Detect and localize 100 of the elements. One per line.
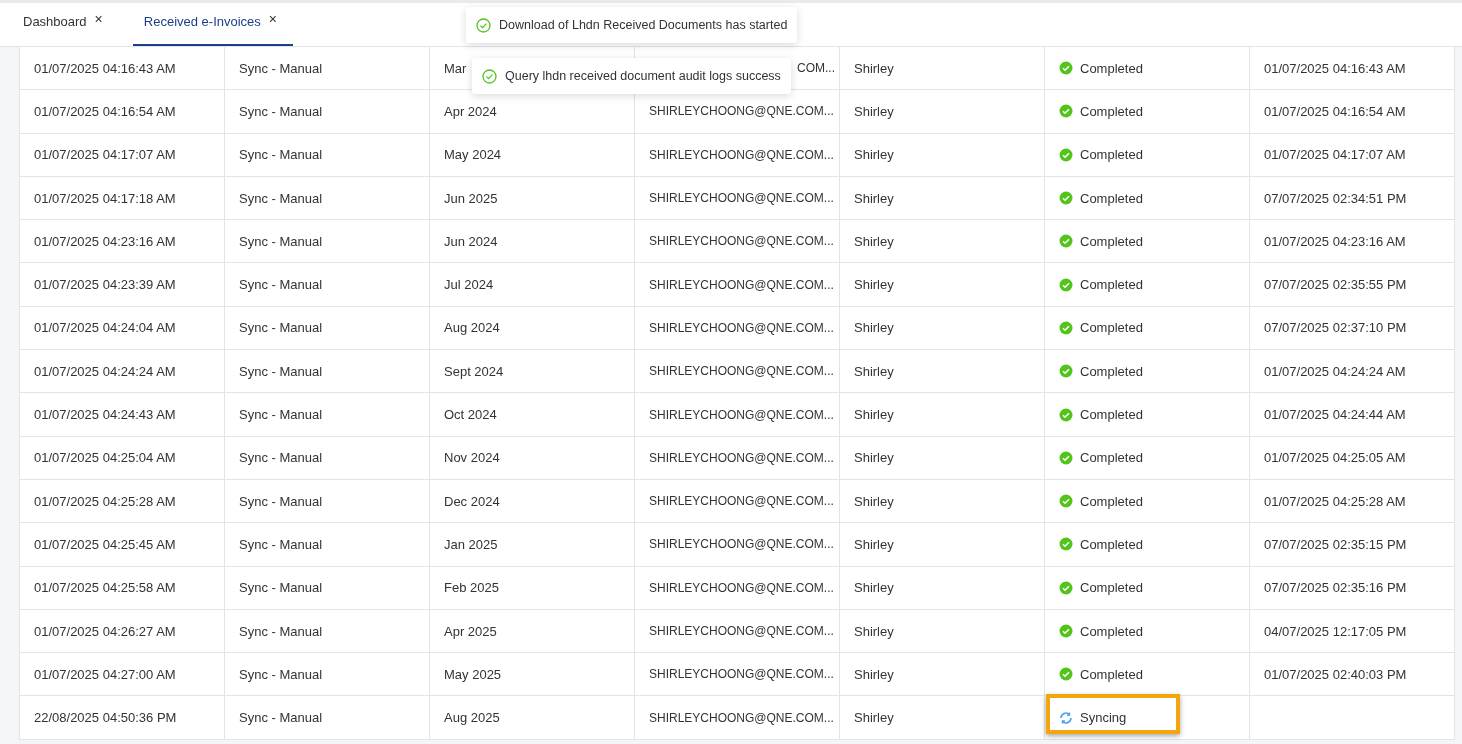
table-cell: 01/07/2025 04:17:18 AM [20, 176, 225, 220]
table-cell: Sync - Manual [225, 176, 430, 220]
table-cell: Jan 2025 [430, 523, 635, 566]
table-cell: Shirley [840, 436, 1045, 479]
table-cell: 01/07/2025 04:24:04 AM [20, 306, 225, 350]
table-cell: Shirley [840, 263, 1045, 306]
status-label: Completed [1080, 450, 1143, 466]
table-cell: Shirley [840, 306, 1045, 350]
table-cell: Sync - Manual [225, 566, 430, 609]
table-cell: 01/07/2025 04:23:16 AM [1250, 220, 1455, 263]
table-cell: SHIRLEYCHOONG@QNE.COM... [649, 710, 834, 725]
table-cell: SHIRLEYCHOONG@QNE.COM... [649, 364, 834, 379]
table-cell: SHIRLEYCHOONG@QNE.COM... [649, 277, 834, 292]
table-cell: Shirley [840, 609, 1045, 653]
table-cell: Oct 2024 [430, 393, 635, 436]
status-label: Completed [1080, 407, 1143, 422]
table-cell: Shirley [840, 90, 1045, 133]
table-cell: 01/07/2025 04:25:58 AM [20, 566, 225, 609]
check-circle-icon [1059, 624, 1073, 638]
tab[interactable]: Dashboard × [12, 3, 119, 46]
table-cell: SHIRLEYCHOONG@QNE.COM... [649, 580, 834, 595]
table-cell: SHIRLEYCHOONG@QNE.COM... [649, 450, 834, 465]
table-cell: SHIRLEYCHOONG@QNE.COM... [649, 147, 834, 162]
table-cell: 01/07/2025 04:17:07 AM [20, 133, 225, 176]
check-circle-icon [1059, 320, 1073, 335]
table-cell: 01/07/2025 04:17:07 AM [1250, 133, 1455, 176]
table-cell: Sync - Manual [225, 90, 430, 133]
check-circle-icon [1059, 61, 1073, 76]
table-cell: Nov 2024 [430, 436, 635, 479]
table-cell: Feb 2025 [430, 566, 635, 609]
table-cell: Shirley [840, 220, 1045, 263]
table-cell: Sync - Manual [225, 523, 430, 566]
table-cell: 01/07/2025 04:25:05 AM [1250, 436, 1455, 479]
table-cell: Sync - Manual [225, 609, 430, 653]
table-cell: Sync - Manual [225, 263, 430, 306]
table-cell: Sync - Manual [225, 47, 430, 90]
table-cell: Shirley [840, 566, 1045, 609]
table-cell: Sync - Manual [225, 479, 430, 523]
table-cell: Sync - Manual [225, 436, 430, 479]
table-cell: Shirley [840, 696, 1045, 739]
table-cell: 01/07/2025 04:27:00 AM [20, 653, 225, 696]
table-cell: 07/07/2025 02:35:55 PM [1250, 263, 1455, 306]
table-cell: 04/07/2025 12:17:05 PM [1250, 609, 1455, 653]
status-label: Completed [1080, 536, 1143, 552]
table-cell: Jul 2024 [430, 263, 635, 306]
table-cell: 07/07/2025 02:35:16 PM [1250, 566, 1455, 609]
table-cell: 01/07/2025 04:25:04 AM [20, 436, 225, 479]
table-cell: Jun 2024 [430, 220, 635, 263]
table-cell: SHIRLEYCHOONG@QNE.COM... [649, 234, 834, 249]
check-circle-icon [1059, 537, 1073, 552]
table-cell: Sync - Manual [225, 696, 430, 739]
table-cell: 01/07/2025 04:16:43 AM [1250, 47, 1455, 90]
table-cell: COM... [797, 61, 835, 76]
table-cell: 22/08/2025 04:50:36 PM [20, 696, 225, 739]
table-cell: 01/07/2025 04:25:28 AM [1250, 479, 1455, 523]
table-cell: SHIRLEYCHOONG@QNE.COM... [649, 104, 834, 119]
table-cell: Aug 2024 [430, 306, 635, 350]
table-cell: 01/07/2025 04:16:54 AM [1250, 90, 1455, 133]
success-icon [482, 68, 497, 84]
table-cell: SHIRLEYCHOONG@QNE.COM... [649, 407, 834, 422]
table-cell: 01/07/2025 04:25:45 AM [20, 523, 225, 566]
table-cell: 07/07/2025 02:34:51 PM [1250, 176, 1455, 220]
status-label: Completed [1080, 190, 1143, 206]
table-cell: Sync - Manual [225, 220, 430, 263]
table-cell: 07/07/2025 02:37:10 PM [1250, 306, 1455, 350]
table-cell: 01/07/2025 04:23:39 AM [20, 263, 225, 306]
status-label: Completed [1080, 60, 1143, 76]
status-label: Completed [1080, 320, 1143, 336]
table-cell: Shirley [840, 350, 1045, 393]
check-circle-icon [1059, 191, 1073, 206]
table-cell: May 2025 [430, 653, 635, 696]
table-cell: 01/07/2025 04:24:24 AM [20, 350, 225, 393]
table-cell: Shirley [840, 176, 1045, 220]
check-circle-icon [1059, 147, 1073, 162]
status-label: Syncing [1080, 710, 1127, 726]
status-label: Completed [1080, 233, 1143, 249]
close-icon[interactable]: × [94, 10, 103, 27]
table-cell: 07/07/2025 02:35:15 PM [1250, 523, 1455, 566]
toast-message: Download of Lhdn Received Documents has started [499, 18, 788, 32]
check-circle-icon [1059, 450, 1073, 465]
table-cell: 01/07/2025 04:16:54 AM [20, 90, 225, 133]
table-cell: 01/07/2025 04:23:16 AM [20, 220, 225, 263]
status-label: Completed [1080, 147, 1143, 163]
table-cell: SHIRLEYCHOONG@QNE.COM... [649, 320, 834, 335]
table-cell: May 2024 [430, 133, 635, 176]
close-icon[interactable]: × [268, 10, 278, 27]
status-label: Completed [1080, 363, 1143, 379]
check-circle-icon [1059, 277, 1073, 292]
check-circle-icon [1059, 104, 1073, 119]
table-cell: Shirley [840, 133, 1045, 176]
table-cell: Sept 2024 [430, 350, 635, 393]
success-icon [476, 17, 491, 33]
check-circle-icon [1059, 234, 1073, 249]
check-circle-icon [1059, 494, 1073, 509]
sync-icon [1059, 710, 1073, 725]
table-cell: 01/07/2025 04:25:28 AM [20, 479, 225, 523]
table-cell: Sync - Manual [225, 350, 430, 393]
table-cell: Shirley [840, 393, 1045, 436]
status-label: Completed [1080, 277, 1143, 293]
status-label: Completed [1080, 493, 1143, 509]
